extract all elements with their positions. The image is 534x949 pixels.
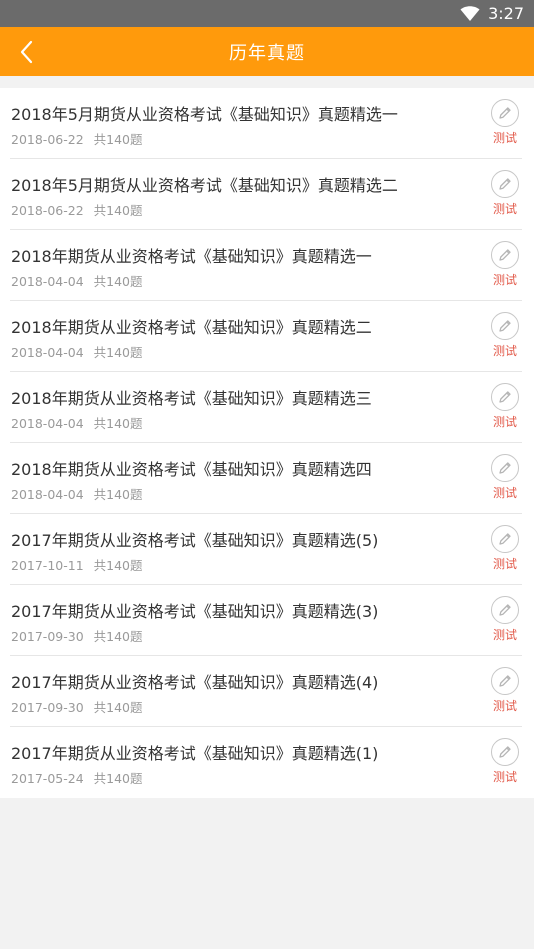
item-title: 2017年期货从业资格考试《基础知识》真题精选(3) [11,602,379,621]
item-meta: 2017-09-30 共140题 [11,697,143,716]
item-meta: 2018-04-04 共140题 [11,342,143,361]
item-meta: 2017-05-24 共140题 [11,768,143,787]
test-button[interactable]: 测试 [488,525,522,572]
item-count: 共140题 [93,132,143,147]
exam-list: 2018年5月期货从业资格考试《基础知识》真题精选一 2018-06-22 共14… [0,88,534,798]
test-button[interactable]: 测试 [488,738,522,785]
list-item[interactable]: 2017年期货从业资格考试《基础知识》真题精选(4) 2017-09-30 共14… [10,656,522,727]
list-item[interactable]: 2018年期货从业资格考试《基础知识》真题精选三 2018-04-04 共140题… [10,372,522,443]
list-item[interactable]: 2017年期货从业资格考试《基础知识》真题精选(1) 2017-05-24 共14… [10,727,522,798]
item-title: 2017年期货从业资格考试《基础知识》真题精选(1) [11,744,379,763]
status-time: 3:27 [488,4,524,23]
pencil-icon [491,383,519,411]
list-item[interactable]: 2018年5月期货从业资格考试《基础知识》真题精选一 2018-06-22 共14… [10,88,522,159]
test-label: 测试 [492,628,517,642]
test-button[interactable]: 测试 [488,99,522,146]
test-button[interactable]: 测试 [488,596,522,643]
pencil-icon [491,170,519,198]
item-title: 2018年期货从业资格考试《基础知识》真题精选三 [11,389,372,408]
pencil-icon [491,596,519,624]
item-meta: 2018-06-22 共140题 [11,200,143,219]
item-date: 2017-09-30 [11,629,84,644]
test-label: 测试 [492,131,517,145]
list-item[interactable]: 2018年5月期货从业资格考试《基础知识》真题精选二 2018-06-22 共14… [10,159,522,230]
item-date: 2018-04-04 [11,345,84,360]
chevron-left-icon [20,40,33,64]
pencil-icon [491,525,519,553]
item-date: 2018-06-22 [11,203,84,218]
test-label: 测试 [492,770,517,784]
item-title: 2018年期货从业资格考试《基础知识》真题精选二 [11,318,372,337]
test-button[interactable]: 测试 [488,383,522,430]
item-count: 共140题 [93,274,143,289]
page-title: 历年真题 [229,42,305,64]
test-button[interactable]: 测试 [488,312,522,359]
item-count: 共140题 [93,629,143,644]
list-item[interactable]: 2018年期货从业资格考试《基础知识》真题精选四 2018-04-04 共140题… [10,443,522,514]
item-title: 2017年期货从业资格考试《基础知识》真题精选(5) [11,531,379,550]
test-button[interactable]: 测试 [488,170,522,217]
list-item[interactable]: 2018年期货从业资格考试《基础知识》真题精选一 2018-04-04 共140题… [10,230,522,301]
back-button[interactable] [14,39,40,65]
test-label: 测试 [492,699,517,713]
item-date: 2018-04-04 [11,416,84,431]
item-count: 共140题 [93,700,143,715]
item-title: 2018年5月期货从业资格考试《基础知识》真题精选一 [11,105,398,124]
item-count: 共140题 [93,487,143,502]
item-meta: 2017-10-11 共140题 [11,555,143,574]
pencil-icon [491,454,519,482]
pencil-icon [491,99,519,127]
item-meta: 2018-04-04 共140题 [11,484,143,503]
test-label: 测试 [492,486,517,500]
item-count: 共140题 [93,416,143,431]
item-meta: 2018-06-22 共140题 [11,129,143,148]
item-date: 2017-05-24 [11,771,84,786]
pencil-icon [491,241,519,269]
pencil-icon [491,312,519,340]
item-meta: 2018-04-04 共140题 [11,413,143,432]
list-item[interactable]: 2017年期货从业资格考试《基础知识》真题精选(3) 2017-09-30 共14… [10,585,522,656]
test-label: 测试 [492,415,517,429]
test-label: 测试 [492,202,517,216]
test-button[interactable]: 测试 [488,454,522,501]
test-button[interactable]: 测试 [488,667,522,714]
test-button[interactable]: 测试 [488,241,522,288]
item-title: 2018年5月期货从业资格考试《基础知识》真题精选二 [11,176,398,195]
item-title: 2018年期货从业资格考试《基础知识》真题精选一 [11,247,372,266]
item-count: 共140题 [93,558,143,573]
status-bar: 3:27 [0,0,534,27]
item-date: 2017-10-11 [11,558,84,573]
app-bar: 历年真题 [0,27,534,76]
item-date: 2018-04-04 [11,487,84,502]
wifi-icon [460,5,480,22]
test-label: 测试 [492,344,517,358]
item-date: 2017-09-30 [11,700,84,715]
list-item[interactable]: 2017年期货从业资格考试《基础知识》真题精选(5) 2017-10-11 共14… [10,514,522,585]
pencil-icon [491,738,519,766]
list-item[interactable]: 2018年期货从业资格考试《基础知识》真题精选二 2018-04-04 共140题… [10,301,522,372]
test-label: 测试 [492,557,517,571]
item-count: 共140题 [93,771,143,786]
item-date: 2018-04-04 [11,274,84,289]
item-meta: 2018-04-04 共140题 [11,271,143,290]
item-title: 2018年期货从业资格考试《基础知识》真题精选四 [11,460,372,479]
item-title: 2017年期货从业资格考试《基础知识》真题精选(4) [11,673,379,692]
item-count: 共140题 [93,203,143,218]
item-meta: 2017-09-30 共140题 [11,626,143,645]
test-label: 测试 [492,273,517,287]
item-count: 共140题 [93,345,143,360]
pencil-icon [491,667,519,695]
item-date: 2018-06-22 [11,132,84,147]
